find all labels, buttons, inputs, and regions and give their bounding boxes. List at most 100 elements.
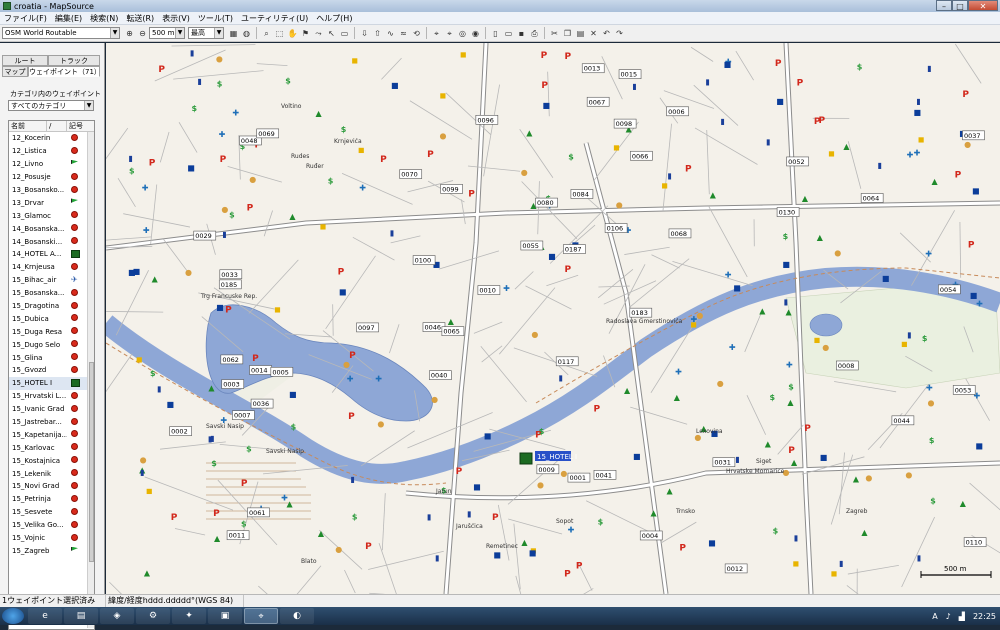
waypoint-row[interactable]: 14_HOTEL A... bbox=[9, 248, 94, 261]
restaurant-icon[interactable]: ✚ bbox=[568, 526, 575, 535]
bank-icon[interactable]: $ bbox=[930, 497, 936, 506]
tree-icon[interactable]: ▲ bbox=[448, 317, 455, 326]
parking-icon[interactable]: P bbox=[468, 190, 475, 200]
menu-file[interactable]: ファイル(F) bbox=[0, 13, 51, 24]
column-name[interactable]: 名前 bbox=[9, 121, 47, 131]
waypoint-row[interactable]: 15_Duga Resa bbox=[9, 325, 94, 338]
taskbar-app-icon[interactable]: ▣ bbox=[208, 608, 242, 624]
bus-stop-icon[interactable]: ■ bbox=[633, 452, 641, 461]
bus-stop-icon[interactable]: ■ bbox=[708, 539, 716, 548]
category-select[interactable]: すべてのカテゴリ ▼ bbox=[8, 100, 94, 111]
tree-icon[interactable]: ▲ bbox=[785, 307, 792, 316]
menu-find[interactable]: 検索(N) bbox=[86, 13, 122, 24]
tree-icon[interactable]: ▲ bbox=[853, 474, 860, 483]
parking-icon[interactable]: P bbox=[962, 90, 969, 100]
fuel-icon[interactable]: ▮ bbox=[467, 509, 471, 518]
waypoint-row[interactable]: 14_Bosanski... bbox=[9, 235, 94, 248]
tree-icon[interactable]: ▲ bbox=[667, 486, 674, 495]
sport-icon[interactable]: ● bbox=[440, 131, 447, 140]
map-canvas[interactable]: P▲P●$▮▮▲■▲▮P▲●▮P▮$◼$✚P$■▮P●▲◼P●▮✚■P✚●P▮▮… bbox=[106, 43, 1000, 594]
shop-icon[interactable]: ◼ bbox=[828, 149, 835, 158]
shop-icon[interactable]: ◼ bbox=[136, 355, 143, 364]
parking-icon[interactable]: P bbox=[380, 155, 387, 165]
parking-icon[interactable]: P bbox=[348, 412, 355, 422]
bus-stop-icon[interactable]: ■ bbox=[216, 303, 224, 312]
bank-icon[interactable]: $ bbox=[211, 459, 217, 468]
track-tool-icon[interactable]: ∿ bbox=[385, 28, 396, 39]
parking-icon[interactable]: P bbox=[565, 52, 572, 62]
bank-icon[interactable]: $ bbox=[773, 526, 779, 535]
tree-icon[interactable]: ▲ bbox=[318, 529, 325, 538]
shop-icon[interactable]: ◼ bbox=[460, 50, 467, 59]
waypoint-row[interactable]: 15_Ivanic Grad bbox=[9, 403, 94, 416]
fuel-icon[interactable]: ▮ bbox=[766, 138, 770, 147]
fuel-icon[interactable]: ▮ bbox=[157, 385, 161, 394]
globe-icon[interactable]: ◍ bbox=[241, 28, 252, 39]
parking-icon[interactable]: P bbox=[220, 155, 227, 165]
waypoint-tool-icon[interactable]: ⚑ bbox=[300, 28, 311, 39]
sport-icon[interactable]: ● bbox=[560, 469, 567, 478]
column-sort[interactable]: / bbox=[47, 121, 67, 131]
shop-icon[interactable]: ◼ bbox=[358, 146, 365, 155]
tree-icon[interactable]: ▲ bbox=[152, 275, 159, 284]
fuel-icon[interactable]: ▮ bbox=[794, 533, 798, 542]
tree-icon[interactable]: ▲ bbox=[802, 194, 809, 203]
hand-tool-icon[interactable]: ✋ bbox=[287, 28, 298, 39]
start-button[interactable] bbox=[2, 608, 24, 624]
tab-map[interactable]: マップ bbox=[2, 66, 28, 77]
parking-icon[interactable]: P bbox=[804, 424, 811, 434]
maximize-button[interactable]: □ bbox=[952, 0, 968, 11]
hotel-icon[interactable] bbox=[520, 453, 532, 464]
waypoint-row[interactable]: 12_Posusje bbox=[9, 171, 94, 184]
parking-icon[interactable]: P bbox=[775, 59, 782, 69]
bus-stop-icon[interactable]: ■ bbox=[128, 268, 136, 277]
bus-stop-icon[interactable]: ■ bbox=[724, 60, 732, 69]
waypoint-row[interactable]: 15_Kapetanija... bbox=[9, 428, 94, 441]
menu-transfer[interactable]: 転送(R) bbox=[122, 13, 158, 24]
close-button[interactable]: ✕ bbox=[968, 0, 998, 11]
taskbar-app-icon[interactable]: ✦ bbox=[172, 608, 206, 624]
pointer-tool-icon[interactable]: ↖ bbox=[326, 28, 337, 39]
redo-icon[interactable]: ↷ bbox=[614, 28, 625, 39]
bus-stop-icon[interactable]: ■ bbox=[484, 431, 492, 440]
taskbar-app-icon[interactable]: ⚙ bbox=[136, 608, 170, 624]
parking-icon[interactable]: P bbox=[427, 150, 434, 160]
tree-icon[interactable]: ▲ bbox=[526, 128, 533, 137]
tree-icon[interactable]: ▲ bbox=[817, 233, 824, 242]
parking-icon[interactable]: P bbox=[819, 116, 826, 126]
undo-icon[interactable]: ↶ bbox=[601, 28, 612, 39]
tree-icon[interactable]: ▲ bbox=[624, 386, 631, 395]
waypoint-row[interactable]: 12_Livno bbox=[9, 158, 94, 171]
parking-icon[interactable]: P bbox=[213, 509, 220, 519]
parking-icon[interactable]: P bbox=[247, 203, 254, 213]
detail-select[interactable]: 最高 ▼ bbox=[188, 27, 224, 39]
parking-icon[interactable]: P bbox=[338, 268, 345, 278]
fuel-icon[interactable]: ▮ bbox=[917, 554, 921, 563]
clock[interactable]: 22:25 bbox=[973, 612, 996, 621]
shop-icon[interactable]: ◼ bbox=[661, 181, 668, 190]
parking-icon[interactable]: P bbox=[158, 65, 165, 75]
shop-icon[interactable]: ◼ bbox=[439, 91, 446, 100]
find-place-icon[interactable]: ◎ bbox=[457, 28, 468, 39]
parking-icon[interactable]: P bbox=[541, 81, 548, 91]
sport-icon[interactable]: ● bbox=[185, 268, 192, 277]
column-symbol[interactable]: 記号 bbox=[67, 121, 89, 131]
tree-icon[interactable]: ▲ bbox=[861, 528, 868, 537]
shop-icon[interactable]: ◼ bbox=[792, 559, 799, 568]
sport-icon[interactable]: ● bbox=[335, 545, 342, 554]
scale-select[interactable]: 500 m ▼ bbox=[149, 27, 185, 39]
sport-icon[interactable]: ● bbox=[964, 140, 971, 149]
parking-icon[interactable]: P bbox=[225, 306, 232, 316]
parking-icon[interactable]: P bbox=[149, 159, 156, 169]
fuel-icon[interactable]: ▮ bbox=[735, 455, 739, 464]
shop-icon[interactable]: ◼ bbox=[351, 56, 358, 65]
restaurant-icon[interactable]: ✚ bbox=[142, 183, 149, 192]
bank-icon[interactable]: $ bbox=[922, 334, 928, 343]
sport-icon[interactable]: ● bbox=[717, 379, 724, 388]
bus-stop-icon[interactable]: ■ bbox=[975, 442, 983, 451]
restaurant-icon[interactable]: ✚ bbox=[359, 183, 366, 192]
find-icon[interactable]: ⌖ bbox=[431, 28, 442, 39]
send-to-device-icon[interactable]: ⇧ bbox=[372, 28, 383, 39]
delete-icon[interactable]: ✕ bbox=[588, 28, 599, 39]
copy-icon[interactable]: ❐ bbox=[562, 28, 573, 39]
